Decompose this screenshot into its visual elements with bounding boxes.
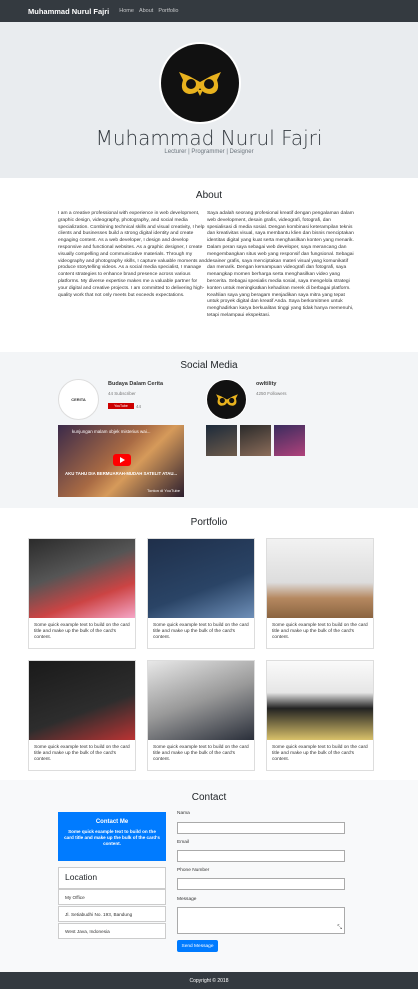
message-label: Message xyxy=(177,897,197,902)
about-title: About xyxy=(195,190,223,201)
channel-logo-text: CERITA xyxy=(71,397,86,402)
nav-link-about[interactable]: About xyxy=(139,8,153,14)
location-item: West Java, Indonesia xyxy=(58,923,166,939)
video-title: kunjungan malam objek misterius wai... xyxy=(72,429,151,434)
youtube-video-embed[interactable]: kunjungan malam objek misterius wai... A… xyxy=(58,425,184,497)
message-textarea[interactable]: ⤡ xyxy=(177,907,345,934)
card-text: Some quick example text to build on the … xyxy=(153,745,249,763)
footer: Copyright © 2018 xyxy=(0,972,418,989)
name-field[interactable] xyxy=(177,822,345,834)
portfolio-section: Portfolio Some quick example text to bui… xyxy=(0,508,418,780)
hero-name: Muhammad Nurul Fajri xyxy=(95,126,323,150)
play-icon[interactable] xyxy=(113,454,131,466)
instagram-post-thumbnail[interactable] xyxy=(240,425,271,456)
portfolio-card[interactable]: Some quick example text to build on the … xyxy=(28,538,136,649)
card-image xyxy=(29,661,135,740)
location-item: My Office xyxy=(58,889,166,905)
youtube-subscribe-count: 44 xyxy=(136,404,142,409)
location-heading: Location xyxy=(58,867,166,889)
email-label: Email xyxy=(177,840,189,845)
nav-link-portfolio[interactable]: Portfolio xyxy=(158,8,178,14)
name-label: Nama xyxy=(177,811,190,816)
contact-me-title: Contact Me xyxy=(95,819,129,825)
card-image xyxy=(148,661,254,740)
card-image xyxy=(29,539,135,618)
portfolio-card[interactable]: Some quick example text to build on the … xyxy=(266,660,374,771)
social-section: Social Media CERITA Budaya Dalam Cerita … xyxy=(0,352,418,508)
portfolio-card[interactable]: Some quick example text to build on the … xyxy=(147,538,255,649)
card-image xyxy=(148,539,254,618)
portfolio-card[interactable]: Some quick example text to build on the … xyxy=(266,538,374,649)
instagram-post-thumbnail[interactable] xyxy=(274,425,305,456)
youtube-channel-logo[interactable]: CERITA xyxy=(58,379,99,420)
instagram-username[interactable]: owltility xyxy=(256,381,276,387)
about-text-id: Saya adalah seorang profesional kreatif … xyxy=(207,211,354,318)
about-text-en: I am a creative professional with experi… xyxy=(58,211,207,298)
resize-handle-icon[interactable]: ⤡ xyxy=(337,925,342,932)
card-text: Some quick example text to build on the … xyxy=(153,623,249,641)
instagram-profile-logo[interactable] xyxy=(206,379,247,420)
watch-on-youtube-link[interactable]: Tonton di YouTube xyxy=(147,488,180,493)
about-section: About I am a creative professional with … xyxy=(0,178,418,352)
card-image xyxy=(267,661,373,740)
card-text: Some quick example text to build on the … xyxy=(34,623,130,641)
card-text: Some quick example text to build on the … xyxy=(272,745,368,763)
youtube-subscribe-button[interactable]: YouTube xyxy=(108,403,134,409)
avatar xyxy=(159,42,241,124)
footer-copyright: Copyright © 2018 xyxy=(189,977,229,984)
nav-link-home[interactable]: Home xyxy=(119,8,134,14)
youtube-channel-name[interactable]: Budaya Dalam Cerita xyxy=(108,381,163,387)
send-message-button[interactable]: Send Message xyxy=(177,940,218,952)
contact-title: Contact xyxy=(191,792,227,803)
card-text: Some quick example text to build on the … xyxy=(34,745,130,763)
location-item: Jl. Setiabudhi No. 193, Bandung xyxy=(58,906,166,922)
card-text: Some quick example text to build on the … xyxy=(272,623,368,641)
contact-section: Contact Contact Me Some quick example te… xyxy=(0,780,418,972)
email-field[interactable] xyxy=(177,850,345,862)
social-title: Social Media xyxy=(180,360,238,371)
navbar-brand[interactable]: Muhammad Nurul Fajri xyxy=(28,7,109,16)
instagram-post-thumbnail[interactable] xyxy=(206,425,237,456)
contact-me-card: Contact Me Some quick example text to bu… xyxy=(58,812,166,861)
hero-section: Muhammad Nurul Fajri Lecturer | Programm… xyxy=(0,22,418,178)
phone-field[interactable] xyxy=(177,878,345,890)
card-image xyxy=(267,539,373,618)
portfolio-title: Portfolio xyxy=(190,517,228,528)
portfolio-card[interactable]: Some quick example text to build on the … xyxy=(147,660,255,771)
owl-logo-icon xyxy=(161,44,239,122)
portfolio-card[interactable]: Some quick example text to build on the … xyxy=(28,660,136,771)
phone-label: Phone Number xyxy=(177,868,210,873)
hero-subtitle: Lecturer | Programmer | Designer xyxy=(164,149,254,155)
owl-logo-icon xyxy=(215,393,238,406)
video-caption: AKU TAHU DIA BERMUARAH-MUDAH SATELIT ATA… xyxy=(64,471,178,476)
contact-me-text: Some quick example text to build on the … xyxy=(64,829,160,846)
navbar: Muhammad Nurul Fajri Home About Portfoli… xyxy=(0,0,418,22)
instagram-followers: 4250 Followers xyxy=(256,391,287,396)
youtube-subscriber-count: 44 Subscriber xyxy=(108,391,136,396)
